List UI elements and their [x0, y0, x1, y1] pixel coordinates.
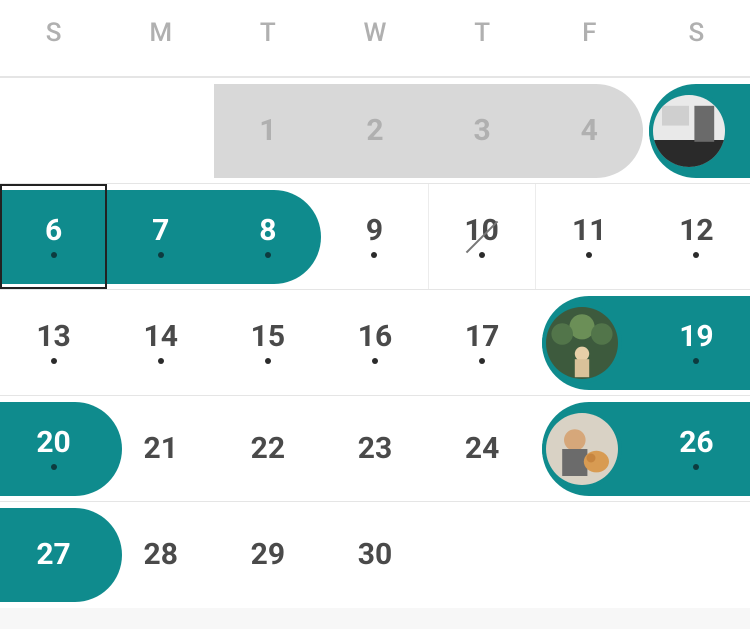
- availability-dot-icon: [158, 252, 164, 258]
- availability-dot-icon: [371, 252, 377, 258]
- availability-dot-icon: [265, 252, 271, 258]
- availability-dot-icon: [693, 464, 699, 470]
- day-number: 20: [36, 428, 70, 458]
- day-number: 23: [358, 434, 392, 464]
- availability-dot-icon: [586, 252, 592, 258]
- day-number: 21: [143, 434, 177, 464]
- calendar-day: [429, 502, 536, 608]
- calendar-day[interactable]: 21: [107, 396, 214, 501]
- weekday-label: M: [107, 18, 214, 48]
- calendar-day[interactable]: 9: [321, 184, 428, 289]
- calendar-day[interactable]: 10: [429, 184, 536, 289]
- calendar-week: 13 14 15 16 17 19: [0, 290, 750, 396]
- availability-dot-icon: [479, 358, 485, 364]
- weekday-label: T: [214, 18, 321, 48]
- day-number: 15: [251, 322, 285, 352]
- availability-dot-icon: [51, 358, 57, 364]
- calendar-week: 6 7 8 9 10 11 12: [0, 184, 750, 290]
- weekday-label: S: [0, 18, 107, 48]
- weekday-label: W: [321, 18, 428, 48]
- calendar-day[interactable]: 12: [643, 184, 750, 289]
- availability-dot-icon: [372, 358, 378, 364]
- weekday-label: T: [429, 18, 536, 48]
- calendar: S M T W T F S 12346789101112131415161719…: [0, 0, 750, 608]
- availability-dot-icon: [479, 252, 485, 258]
- day-number: 12: [679, 216, 713, 246]
- booking-avatar[interactable]: [649, 91, 729, 171]
- calendar-day[interactable]: 11: [536, 184, 643, 289]
- day-number: 27: [36, 540, 70, 570]
- availability-dot-icon: [158, 358, 164, 364]
- day-number: 14: [143, 322, 177, 352]
- day-number: 28: [143, 540, 177, 570]
- day-number: 19: [679, 322, 713, 352]
- day-number: 4: [581, 116, 598, 146]
- calendar-day[interactable]: 17: [429, 290, 536, 395]
- day-number: 2: [366, 116, 383, 146]
- calendar-day[interactable]: 30: [321, 502, 428, 608]
- calendar-day[interactable]: 16: [321, 290, 428, 395]
- weekday-label: S: [643, 18, 750, 48]
- day-number: 13: [36, 322, 70, 352]
- calendar-day[interactable]: 14: [107, 290, 214, 395]
- calendar-day: [643, 502, 750, 608]
- day-number: 6: [45, 216, 62, 246]
- day-number: 26: [679, 428, 713, 458]
- unavailable-range: [214, 84, 643, 178]
- booking-avatar[interactable]: [542, 303, 622, 383]
- calendar-day: [0, 78, 107, 183]
- weekday-header: S M T W T F S: [0, 0, 750, 78]
- availability-dot-icon: [693, 358, 699, 364]
- calendar-day: [107, 78, 214, 183]
- day-number: 29: [251, 540, 285, 570]
- day-number: 8: [259, 216, 276, 246]
- calendar-day[interactable]: 15: [214, 290, 321, 395]
- day-number: 1: [259, 116, 276, 146]
- day-number: 9: [366, 216, 383, 246]
- calendar-day: [536, 502, 643, 608]
- day-number: 24: [465, 434, 499, 464]
- day-number: 22: [251, 434, 285, 464]
- calendar-day[interactable]: 28: [107, 502, 214, 608]
- day-number: 10: [464, 216, 498, 246]
- availability-dot-icon: [693, 252, 699, 258]
- availability-dot-icon: [265, 358, 271, 364]
- day-number: 17: [465, 322, 499, 352]
- calendar-week: 27 28 29 30: [0, 502, 750, 608]
- calendar-week: 1 2 3 4: [0, 78, 750, 184]
- calendar-grid: 1234678910111213141516171920212223242627…: [0, 78, 750, 608]
- calendar-week: 20 21 22 23 24 26: [0, 396, 750, 502]
- calendar-day[interactable]: 24: [429, 396, 536, 501]
- day-number: 30: [358, 540, 392, 570]
- booking-avatar[interactable]: [542, 409, 622, 489]
- calendar-day[interactable]: 29: [214, 502, 321, 608]
- calendar-day[interactable]: 23: [321, 396, 428, 501]
- calendar-day[interactable]: 22: [214, 396, 321, 501]
- calendar-day[interactable]: 13: [0, 290, 107, 395]
- day-number: 3: [474, 116, 491, 146]
- availability-dot-icon: [51, 252, 57, 258]
- day-number: 7: [152, 216, 169, 246]
- day-number: 11: [572, 216, 606, 246]
- day-number: 16: [358, 322, 392, 352]
- availability-dot-icon: [51, 464, 57, 470]
- weekday-label: F: [536, 18, 643, 48]
